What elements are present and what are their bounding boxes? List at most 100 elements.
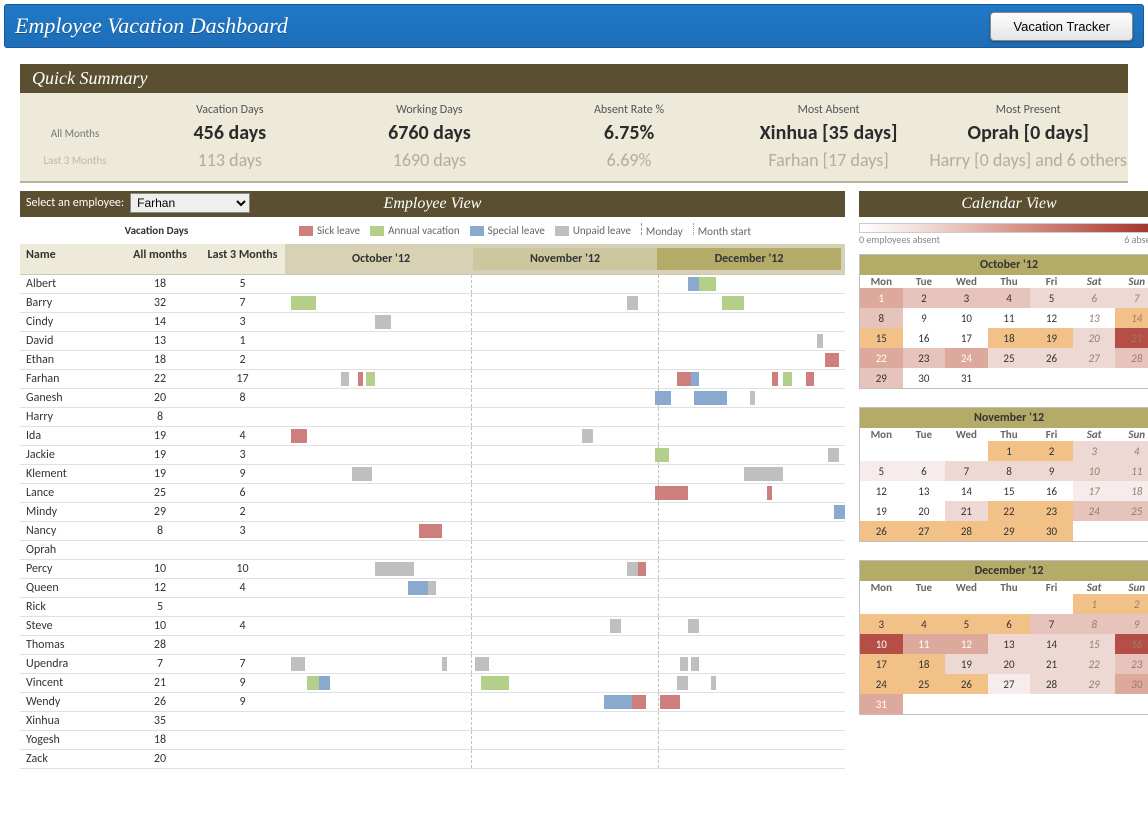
emp-name[interactable]: Nancy: [20, 522, 120, 541]
calendar-day[interactable]: 25: [903, 674, 946, 694]
calendar-day[interactable]: 28: [1030, 674, 1073, 694]
calendar-day[interactable]: 29: [1073, 674, 1116, 694]
calendar-day[interactable]: 8: [860, 308, 903, 328]
employee-select[interactable]: AlbertBarryCindyDavidEthanFarhanGaneshHa…: [130, 193, 250, 213]
calendar-day[interactable]: 8: [988, 461, 1031, 481]
calendar-day[interactable]: 7: [945, 461, 988, 481]
calendar-day[interactable]: 31: [945, 368, 988, 388]
calendar-day[interactable]: 22: [988, 501, 1031, 521]
calendar-day[interactable]: 13: [903, 481, 946, 501]
emp-name[interactable]: Rick: [20, 598, 120, 617]
calendar-day[interactable]: 20: [903, 501, 946, 521]
calendar-day[interactable]: 3: [945, 288, 988, 308]
calendar-day[interactable]: 17: [1073, 481, 1116, 501]
calendar-day[interactable]: 21: [1030, 654, 1073, 674]
calendar-day[interactable]: 9: [903, 308, 946, 328]
calendar-day[interactable]: 14: [1030, 634, 1073, 654]
calendar-day[interactable]: 29: [860, 368, 903, 388]
calendar-day[interactable]: 18: [1115, 481, 1148, 501]
emp-name[interactable]: Wendy: [20, 693, 120, 712]
calendar-day[interactable]: 23: [903, 348, 946, 368]
calendar-day[interactable]: 25: [1115, 501, 1148, 521]
calendar-day[interactable]: 6: [1073, 288, 1116, 308]
calendar-day[interactable]: 20: [988, 654, 1031, 674]
calendar-day[interactable]: 26: [945, 674, 988, 694]
emp-name[interactable]: Ida: [20, 427, 120, 446]
calendar-day[interactable]: 25: [988, 348, 1031, 368]
emp-name[interactable]: Farhan: [20, 370, 120, 389]
emp-name[interactable]: Queen: [20, 579, 120, 598]
calendar-day[interactable]: 20: [1073, 328, 1116, 348]
emp-name[interactable]: Harry: [20, 408, 120, 427]
calendar-day[interactable]: 5: [860, 461, 903, 481]
calendar-day[interactable]: 28: [945, 521, 988, 541]
calendar-day[interactable]: 24: [1073, 501, 1116, 521]
calendar-day[interactable]: 9: [1030, 461, 1073, 481]
emp-name[interactable]: Jackie: [20, 446, 120, 465]
emp-name[interactable]: David: [20, 332, 120, 351]
calendar-day[interactable]: 2: [1115, 594, 1148, 614]
emp-name[interactable]: Albert: [20, 275, 120, 294]
calendar-day[interactable]: 10: [945, 308, 988, 328]
calendar-day[interactable]: 24: [945, 348, 988, 368]
emp-name[interactable]: Zack: [20, 750, 120, 769]
emp-name[interactable]: Percy: [20, 560, 120, 579]
calendar-day[interactable]: 23: [1115, 654, 1148, 674]
emp-name[interactable]: Thomas: [20, 636, 120, 655]
calendar-day[interactable]: 12: [1030, 308, 1073, 328]
emp-name[interactable]: Klement: [20, 465, 120, 484]
calendar-day[interactable]: 24: [860, 674, 903, 694]
calendar-day[interactable]: 28: [1115, 348, 1148, 368]
calendar-day[interactable]: 1: [1073, 594, 1116, 614]
calendar-day[interactable]: 3: [860, 614, 903, 634]
emp-name[interactable]: Steve: [20, 617, 120, 636]
calendar-day[interactable]: 9: [1115, 614, 1148, 634]
calendar-day[interactable]: 5: [1030, 288, 1073, 308]
calendar-day[interactable]: 13: [988, 634, 1031, 654]
emp-name[interactable]: Yogesh: [20, 731, 120, 750]
calendar-day[interactable]: 16: [903, 328, 946, 348]
emp-name[interactable]: Ganesh: [20, 389, 120, 408]
emp-name[interactable]: Barry: [20, 294, 120, 313]
calendar-day[interactable]: 10: [1073, 461, 1116, 481]
calendar-day[interactable]: 22: [1073, 654, 1116, 674]
calendar-day[interactable]: 15: [860, 328, 903, 348]
calendar-day[interactable]: 27: [1073, 348, 1116, 368]
calendar-day[interactable]: 11: [988, 308, 1031, 328]
calendar-day[interactable]: 31: [860, 694, 903, 714]
calendar-day[interactable]: 14: [1115, 308, 1148, 328]
calendar-day[interactable]: 19: [945, 654, 988, 674]
calendar-day[interactable]: 30: [903, 368, 946, 388]
emp-name[interactable]: Xinhua: [20, 712, 120, 731]
emp-name[interactable]: Mindy: [20, 503, 120, 522]
calendar-day[interactable]: 14: [945, 481, 988, 501]
emp-name[interactable]: Ethan: [20, 351, 120, 370]
calendar-day[interactable]: 21: [945, 501, 988, 521]
calendar-day[interactable]: 16: [1115, 634, 1148, 654]
calendar-day[interactable]: 4: [988, 288, 1031, 308]
calendar-day[interactable]: 18: [903, 654, 946, 674]
calendar-day[interactable]: 12: [945, 634, 988, 654]
calendar-day[interactable]: 23: [1030, 501, 1073, 521]
calendar-day[interactable]: 4: [903, 614, 946, 634]
calendar-day[interactable]: 30: [1115, 674, 1148, 694]
calendar-day[interactable]: 7: [1030, 614, 1073, 634]
calendar-day[interactable]: 15: [1073, 634, 1116, 654]
calendar-day[interactable]: 17: [945, 328, 988, 348]
calendar-day[interactable]: 22: [860, 348, 903, 368]
emp-name[interactable]: Cindy: [20, 313, 120, 332]
calendar-day[interactable]: 15: [988, 481, 1031, 501]
calendar-day[interactable]: 27: [988, 674, 1031, 694]
calendar-day[interactable]: 19: [1030, 328, 1073, 348]
calendar-day[interactable]: 12: [860, 481, 903, 501]
calendar-day[interactable]: 8: [1073, 614, 1116, 634]
calendar-day[interactable]: 21: [1115, 328, 1148, 348]
calendar-day[interactable]: 1: [988, 441, 1031, 461]
calendar-day[interactable]: 7: [1115, 288, 1148, 308]
calendar-day[interactable]: 10: [860, 634, 903, 654]
calendar-day[interactable]: 2: [903, 288, 946, 308]
calendar-day[interactable]: 2: [1030, 441, 1073, 461]
calendar-day[interactable]: 26: [1030, 348, 1073, 368]
calendar-day[interactable]: 30: [1030, 521, 1073, 541]
calendar-day[interactable]: 11: [1115, 461, 1148, 481]
